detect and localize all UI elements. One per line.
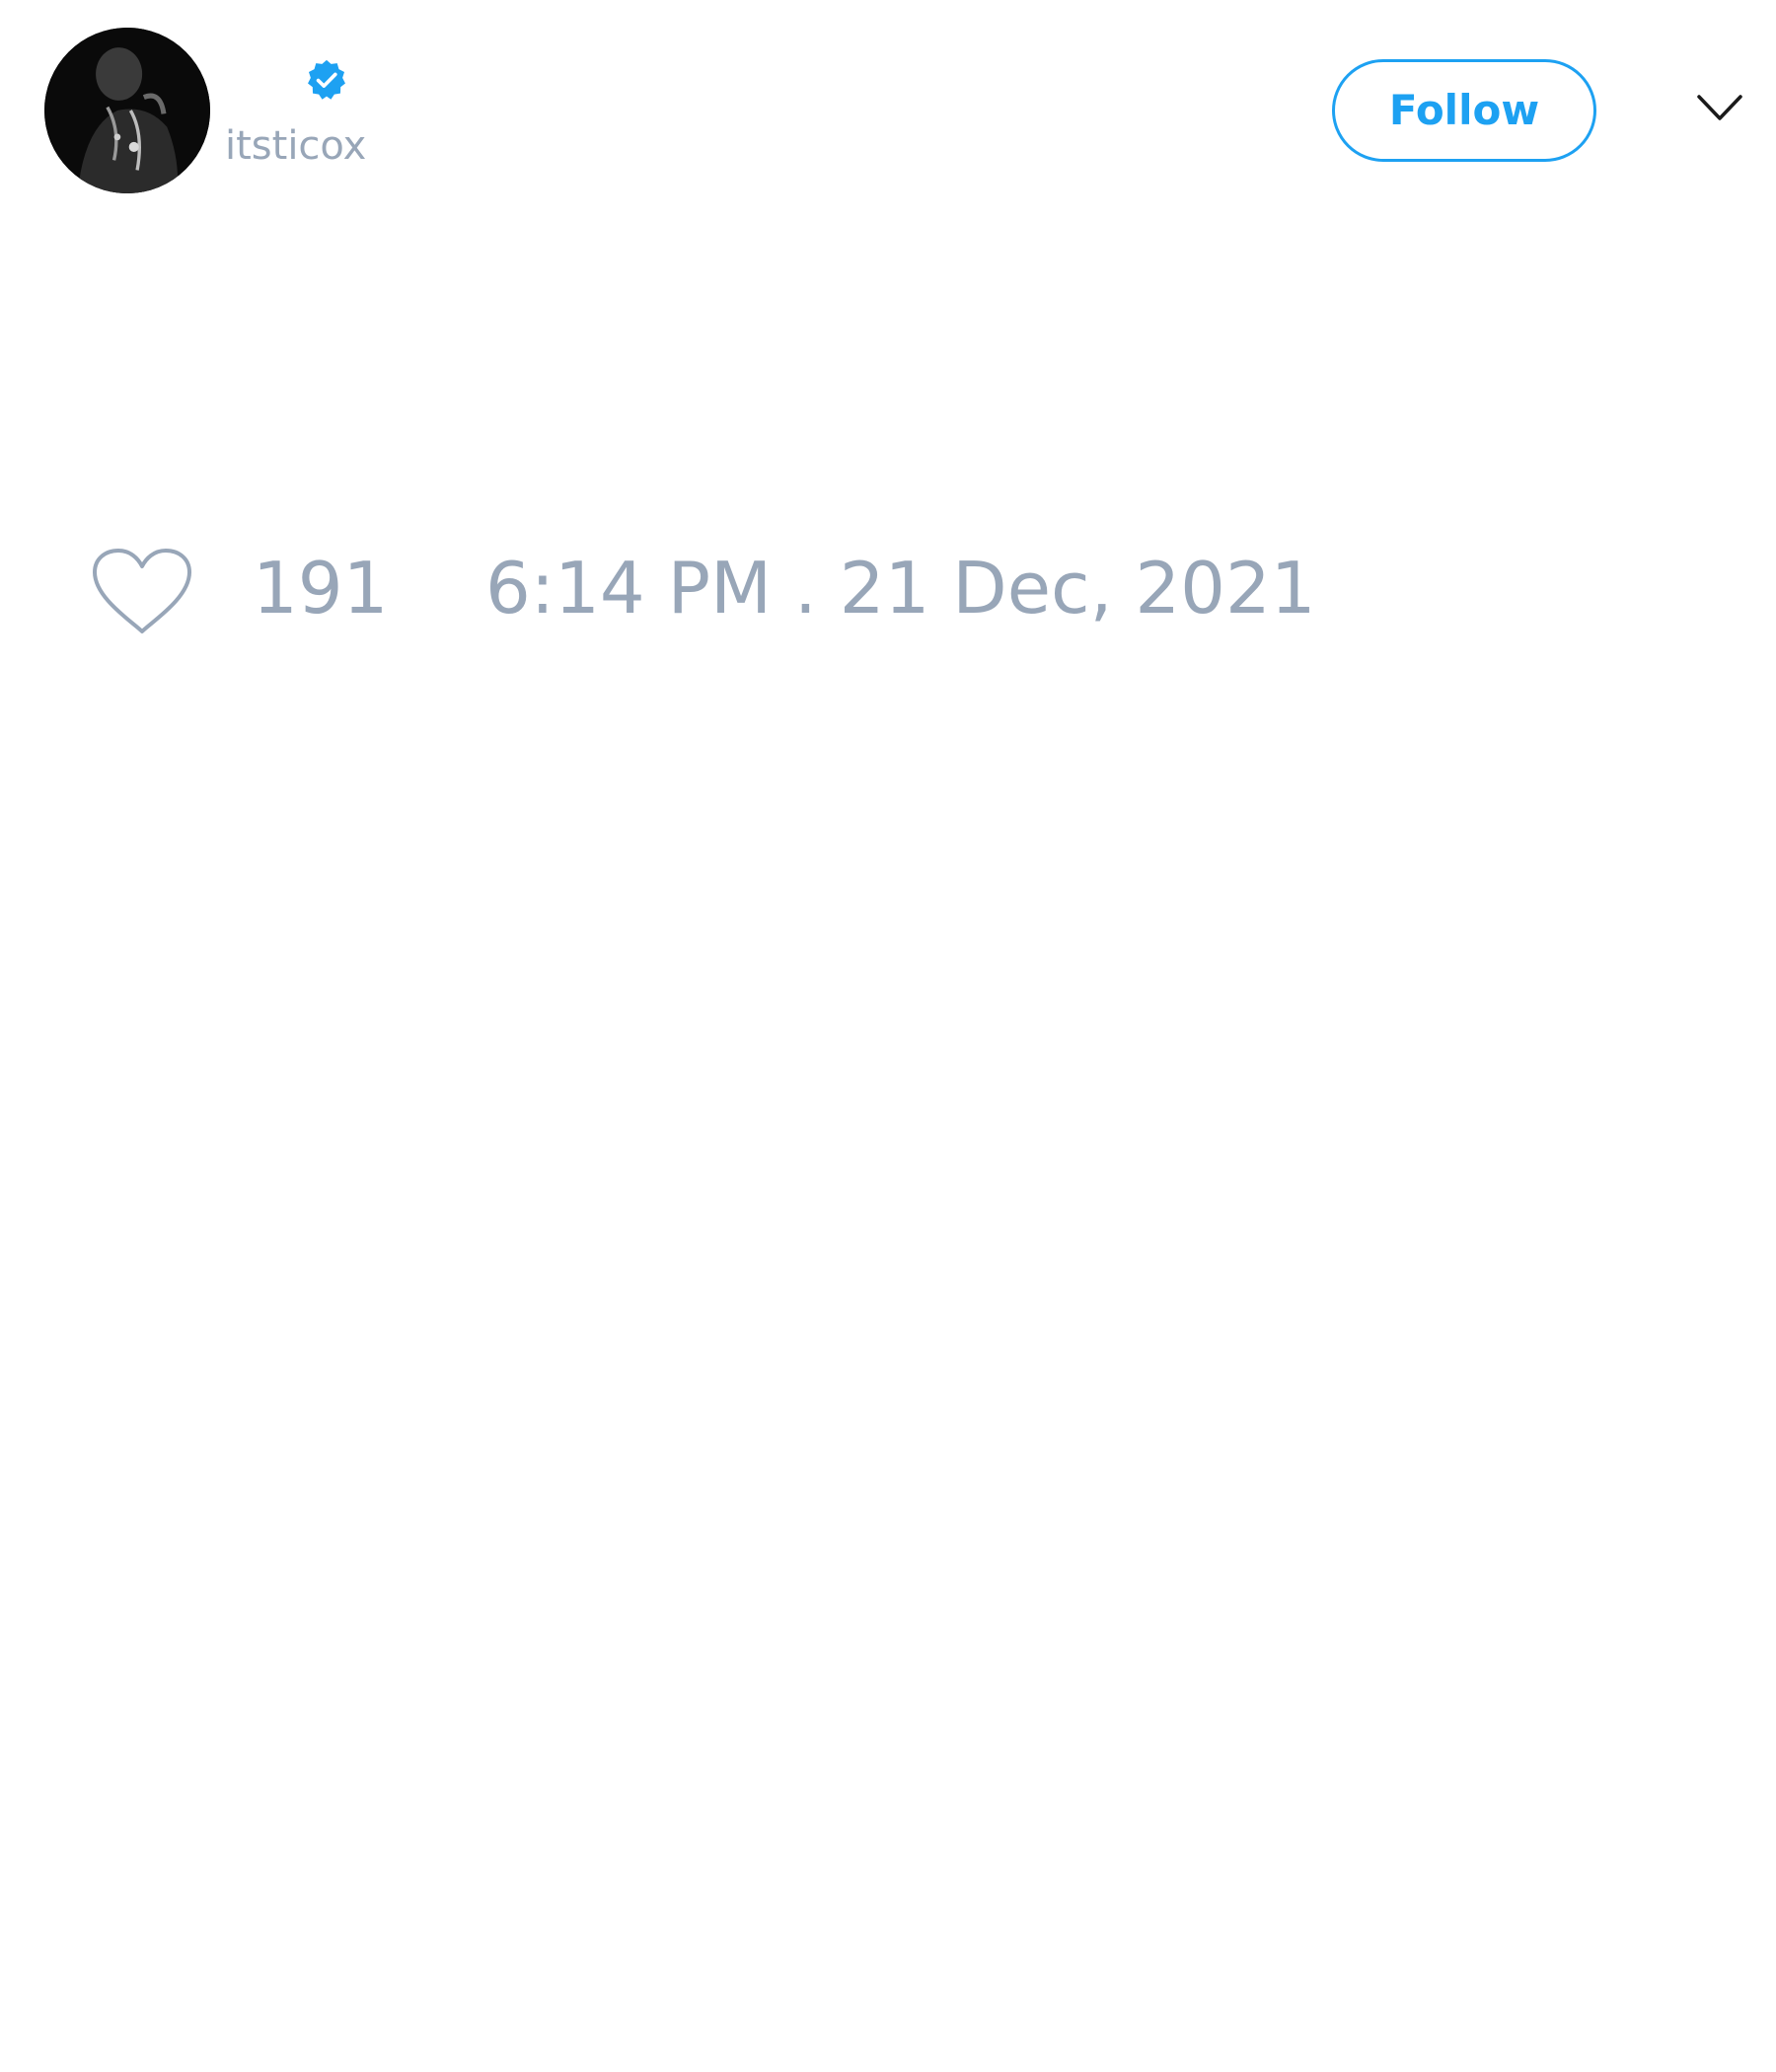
tweet-footer: 191 6:14 PM . 21 Dec, 2021 bbox=[0, 541, 1776, 639]
chevron-down-icon[interactable] bbox=[1695, 89, 1744, 128]
user-handle[interactable]: itsticox bbox=[225, 126, 366, 166]
heart-icon[interactable] bbox=[89, 545, 195, 639]
tweet-timestamp[interactable]: 6:14 PM . 21 Dec, 2021 bbox=[485, 553, 1316, 624]
verified-badge-icon bbox=[304, 57, 349, 103]
like-count: 191 bbox=[253, 547, 389, 629]
user-avatar[interactable] bbox=[44, 28, 210, 193]
tweet-embed: itsticox Follow 191 6:14 PM . 21 Dec, 20… bbox=[0, 0, 1776, 2072]
follow-button-label: Follow bbox=[1388, 86, 1540, 134]
follow-button[interactable]: Follow bbox=[1332, 59, 1596, 162]
